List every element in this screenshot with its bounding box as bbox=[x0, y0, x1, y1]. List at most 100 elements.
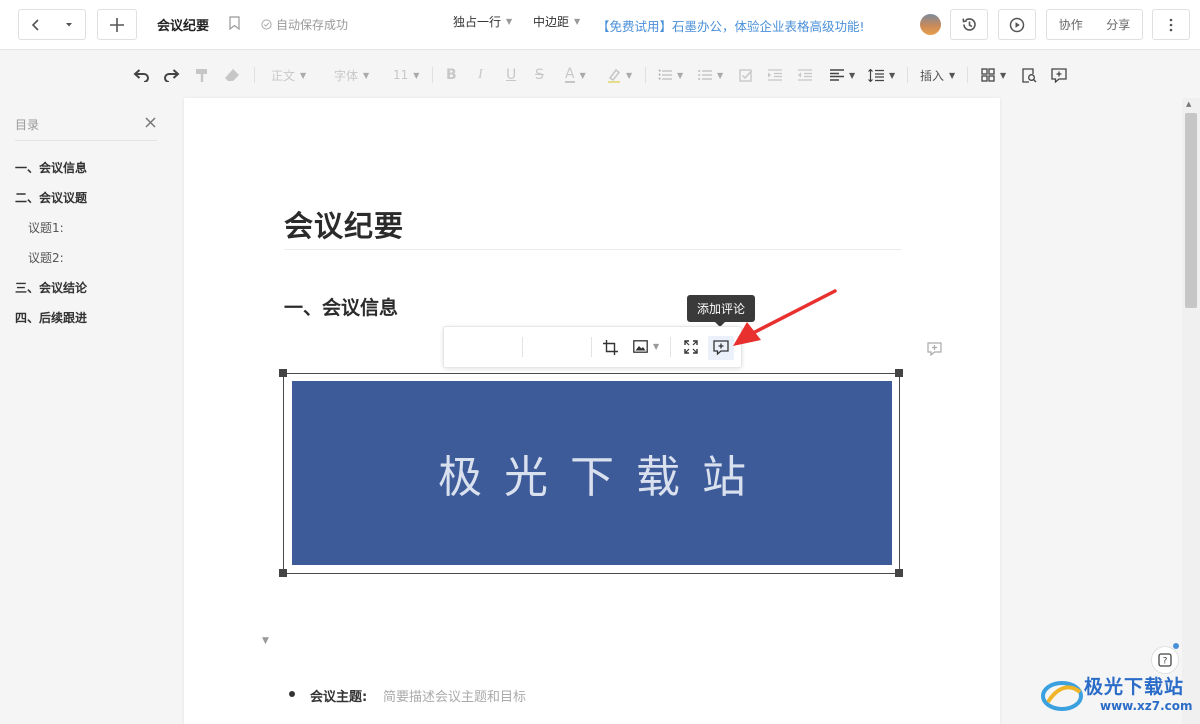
plus-icon bbox=[110, 17, 124, 32]
promo-link[interactable]: 【免费试用】石墨办公，体验企业表格高级功能! bbox=[597, 16, 865, 35]
history-button[interactable] bbox=[950, 9, 988, 40]
bold-icon: B bbox=[446, 67, 457, 83]
crop-icon bbox=[603, 340, 618, 355]
outdent-icon bbox=[798, 69, 812, 81]
caret-down-icon: ▼ bbox=[717, 70, 724, 80]
insert-menu-label: 插入 bbox=[920, 68, 945, 83]
nav-button-group bbox=[18, 9, 86, 40]
checklist-icon bbox=[739, 68, 753, 82]
image-icon bbox=[633, 340, 648, 353]
line-spacing-icon bbox=[868, 68, 884, 82]
ordered-list-button[interactable]: ▼ bbox=[658, 67, 683, 83]
image-toolbar-divider bbox=[522, 337, 523, 357]
outdent-button[interactable] bbox=[798, 67, 812, 83]
back-button[interactable] bbox=[19, 10, 52, 39]
bullet-label: 会议主题: bbox=[310, 690, 368, 705]
help-icon: ? bbox=[1158, 653, 1172, 667]
history-dropdown-button[interactable] bbox=[52, 10, 85, 39]
close-icon bbox=[145, 117, 156, 128]
share-button[interactable]: 分享 bbox=[1095, 16, 1143, 33]
align-button[interactable]: ▼ bbox=[830, 67, 855, 83]
resize-handle-bottom-right[interactable] bbox=[895, 569, 903, 577]
caret-down-icon bbox=[65, 22, 72, 26]
more-button[interactable] bbox=[1152, 9, 1190, 40]
section-heading-meeting-info[interactable]: 一、会议信息 bbox=[284, 293, 398, 320]
text-color-icon: A bbox=[565, 66, 575, 83]
watermark-url: www.xz7.com bbox=[1100, 699, 1193, 713]
scrollbar-thumb[interactable] bbox=[1185, 113, 1197, 308]
toolbar-divider bbox=[967, 67, 968, 83]
insert-menu-button[interactable]: 插入 ▼ bbox=[920, 67, 955, 83]
underline-icon: U bbox=[506, 67, 517, 83]
ordered-list-icon bbox=[658, 69, 672, 80]
toolbar-comment-button[interactable] bbox=[1051, 67, 1067, 83]
image-toolbar-divider bbox=[670, 337, 671, 357]
embedded-image[interactable]: 极光下载站 bbox=[292, 381, 892, 565]
present-button[interactable] bbox=[998, 9, 1036, 40]
font-family-label: 字体 bbox=[334, 68, 359, 83]
chevron-left-icon bbox=[31, 18, 39, 31]
outline-item-follow-up[interactable]: 四、后续跟进 bbox=[15, 309, 87, 326]
find-replace-button[interactable] bbox=[1022, 67, 1037, 83]
outline-item-topic-2[interactable]: 议题2: bbox=[28, 249, 64, 266]
svg-text:?: ? bbox=[1163, 657, 1168, 667]
line-spacing-button[interactable]: ▼ bbox=[868, 67, 895, 83]
undo-button[interactable] bbox=[133, 67, 151, 83]
scroll-up-arrow-icon[interactable]: ▲ bbox=[1186, 100, 1191, 108]
outline-item-conclusion[interactable]: 三、会议结论 bbox=[15, 279, 87, 296]
outline-close-button[interactable] bbox=[145, 114, 156, 132]
strikethrough-icon: S bbox=[535, 67, 544, 83]
collaborate-button[interactable]: 协作 bbox=[1047, 16, 1095, 33]
caret-down-icon: ▼ bbox=[574, 17, 581, 26]
crop-button[interactable] bbox=[603, 340, 618, 355]
image-margin-label: 中边距 bbox=[533, 15, 570, 29]
clear-format-button[interactable] bbox=[224, 67, 240, 83]
toolbar-divider bbox=[907, 67, 908, 83]
caret-down-icon: ▼ bbox=[677, 70, 684, 80]
font-size-select[interactable]: 11 ▼ bbox=[393, 67, 419, 83]
image-margin-select[interactable]: 中边距 ▼ bbox=[533, 13, 580, 30]
format-painter-button[interactable] bbox=[195, 67, 209, 83]
document-title[interactable]: 会议纪要 bbox=[157, 15, 209, 34]
bold-button[interactable]: B bbox=[446, 67, 457, 83]
paragraph-style-select[interactable]: 正文 ▼ bbox=[271, 67, 306, 83]
highlight-button[interactable]: ▼ bbox=[607, 67, 632, 83]
undo-icon bbox=[133, 69, 149, 82]
outline-item-meeting-info[interactable]: 一、会议信息 bbox=[15, 159, 87, 176]
new-document-button[interactable] bbox=[97, 9, 137, 40]
format-toolbar bbox=[0, 50, 1200, 100]
text-color-button[interactable]: A ▼ bbox=[565, 67, 586, 83]
caret-down-icon: ▼ bbox=[413, 70, 420, 80]
strikethrough-button[interactable]: S bbox=[535, 67, 544, 83]
caret-down-icon: ▼ bbox=[506, 17, 513, 26]
underline-button[interactable]: U bbox=[506, 67, 516, 83]
bookmark-button[interactable] bbox=[229, 15, 240, 34]
outline-item-meeting-topics[interactable]: 二、会议议题 bbox=[15, 189, 87, 206]
collapse-toggle[interactable]: ▼ bbox=[262, 636, 269, 646]
document-heading[interactable]: 会议纪要 bbox=[284, 203, 404, 245]
fullscreen-button[interactable] bbox=[684, 340, 698, 354]
redo-button[interactable] bbox=[162, 67, 180, 83]
resize-handle-top-right[interactable] bbox=[895, 369, 903, 377]
avatar[interactable] bbox=[920, 14, 941, 35]
bullet-placeholder-text[interactable]: 简要描述会议主题和目标 bbox=[383, 686, 526, 705]
image-layout-label: 独占一行 bbox=[453, 15, 502, 29]
image-replace-button[interactable]: ▼ bbox=[633, 340, 659, 353]
outline-item-topic-1[interactable]: 议题1: bbox=[28, 219, 64, 236]
expand-icon bbox=[684, 340, 698, 354]
margin-add-comment-button[interactable] bbox=[927, 341, 942, 360]
table-button[interactable]: ▼ bbox=[981, 67, 1006, 83]
highlighter-icon bbox=[608, 68, 621, 83]
image-layout-select[interactable]: 独占一行 ▼ bbox=[453, 13, 512, 30]
checklist-button[interactable] bbox=[739, 67, 753, 83]
bullet-list-button[interactable]: ▼ bbox=[698, 67, 723, 83]
indent-button[interactable] bbox=[768, 67, 782, 83]
embedded-image-text: 极光下载站 bbox=[438, 452, 768, 503]
red-arrow-annotation bbox=[733, 289, 837, 346]
bullet-icon bbox=[289, 691, 295, 697]
caret-down-icon: ▼ bbox=[363, 70, 370, 80]
italic-button[interactable]: I bbox=[478, 67, 483, 83]
resize-handle-top-left[interactable] bbox=[279, 369, 287, 377]
resize-handle-bottom-left[interactable] bbox=[279, 569, 287, 577]
font-family-select[interactable]: 字体 ▼ bbox=[334, 67, 369, 83]
